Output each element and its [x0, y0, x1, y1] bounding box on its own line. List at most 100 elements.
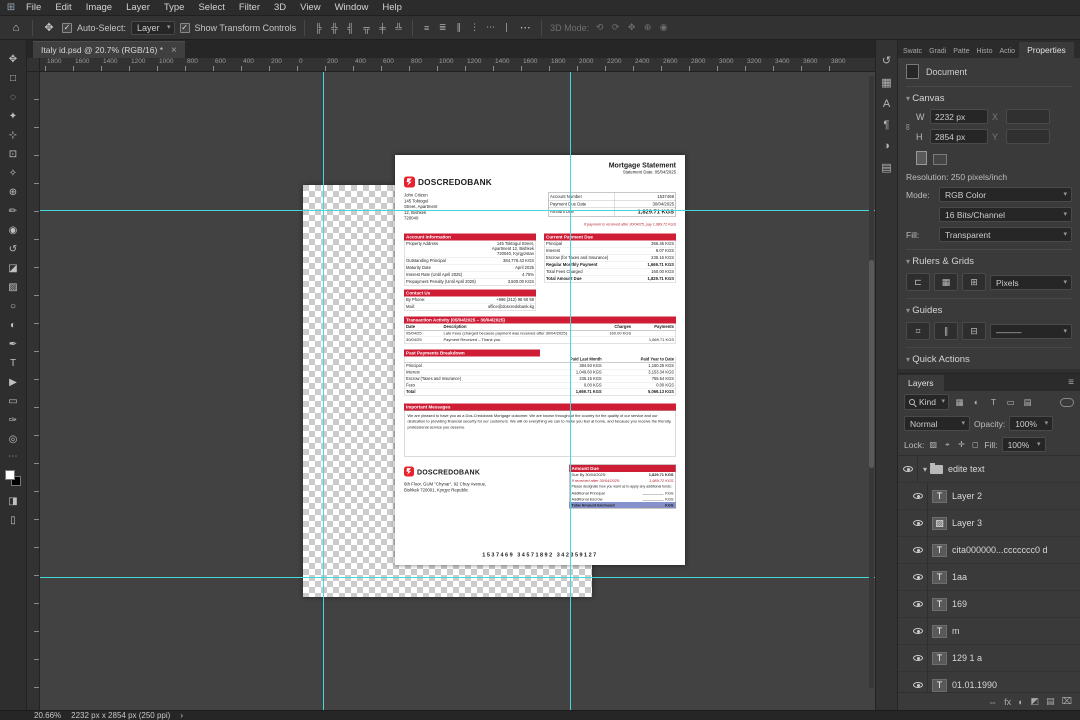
y-field[interactable] [1006, 129, 1050, 144]
layer-row[interactable]: T 1aa [898, 564, 1080, 591]
tool-button[interactable]: ✏ [3, 202, 23, 221]
layer-row[interactable]: T Layer 2 [898, 483, 1080, 510]
layers-footer-icon[interactable]: fx [1004, 697, 1011, 707]
guide-button[interactable]: ⊟ [962, 322, 986, 340]
align-icon[interactable]: ╠ [313, 23, 324, 33]
layers-footer-icon[interactable]: ▤ [1046, 696, 1055, 707]
canvas-fill-dropdown[interactable]: Transparent [939, 227, 1072, 242]
align-icon[interactable]: ╪ [377, 23, 388, 33]
rail-panel-icon[interactable]: ↺ [882, 54, 891, 67]
home-icon[interactable]: ⌂ [8, 22, 24, 34]
foreground-color-swatch[interactable] [5, 470, 15, 480]
layers-footer-icon[interactable]: ◩ [1031, 696, 1040, 707]
tool-button[interactable]: ▨ [3, 278, 23, 297]
guide-button[interactable]: ∥ [934, 322, 958, 340]
portrait-orientation-icon[interactable] [916, 151, 927, 165]
quick-actions-section-header[interactable]: Quick Actions [906, 347, 1072, 365]
layer-thumbnail[interactable]: T [932, 489, 947, 503]
units-dropdown[interactable]: Pixels [990, 274, 1072, 290]
tab-properties[interactable]: Properties [1019, 42, 1074, 58]
more-options-icon[interactable]: ⋯ [517, 21, 533, 34]
lock-icon[interactable]: ✛ [956, 440, 966, 449]
bit-depth-dropdown[interactable]: 16 Bits/Channel [939, 207, 1072, 222]
rail-panel-icon[interactable]: ▦ [881, 76, 891, 89]
layer-thumbnail[interactable]: T [932, 678, 947, 692]
eye-icon[interactable] [912, 628, 923, 634]
tool-button[interactable]: T [3, 354, 23, 373]
guides-section-header[interactable]: Guides [906, 298, 1072, 316]
menu-item[interactable]: View [294, 2, 326, 13]
layer-fill-dropdown[interactable]: 100% [1001, 437, 1046, 452]
tool-button[interactable]: ◪ [3, 259, 23, 278]
distribute-icon[interactable]: ∣ [501, 22, 512, 33]
menu-item[interactable]: Edit [49, 2, 77, 13]
auto-select-checkbox[interactable]: ✓ [62, 22, 72, 33]
lock-icon[interactable]: ⌖ [942, 440, 952, 450]
guide-button[interactable]: ⌗ [906, 322, 930, 340]
canvas-section-header[interactable]: Canvas [906, 86, 1072, 104]
eye-icon[interactable] [912, 574, 923, 580]
zoom-level[interactable]: 20.66% [34, 711, 61, 720]
tool-button[interactable]: ✧ [3, 164, 23, 183]
align-icon[interactable]: ╣ [345, 23, 356, 33]
tool-button[interactable]: ◉ [3, 221, 23, 240]
layer-thumbnail[interactable]: T [932, 570, 947, 584]
menu-item[interactable]: Layer [120, 2, 156, 13]
eye-icon[interactable] [912, 655, 923, 661]
layer-thumbnail[interactable]: T [932, 624, 947, 638]
eye-icon[interactable] [912, 547, 923, 553]
layer-filter-icon[interactable]: ▤ [1021, 397, 1034, 408]
tool-button[interactable]: ↺ [3, 240, 23, 259]
align-icon[interactable]: ╬ [329, 23, 340, 33]
threed-mode-icon[interactable]: ⟳ [610, 22, 621, 33]
close-icon[interactable]: × [171, 45, 177, 56]
align-icon[interactable]: ╩ [393, 23, 404, 33]
guide-vertical[interactable] [570, 72, 571, 710]
menu-item[interactable]: File [20, 2, 47, 13]
horizontal-ruler[interactable]: 1800 1600 1400 1200 1000 800 600 400 200 0 200 400 6… [40, 58, 875, 71]
height-field[interactable]: 2854 px [930, 129, 988, 144]
opacity-dropdown[interactable]: 100% [1009, 416, 1054, 431]
document-tab[interactable]: Italy id.psd @ 20.7% (RGB/16) * × [33, 41, 185, 58]
tool-button[interactable]: ⊡ [3, 145, 23, 164]
filter-toggle[interactable] [1060, 397, 1074, 407]
layer-thumbnail[interactable]: T [932, 597, 947, 611]
eye-icon[interactable] [912, 682, 923, 688]
toolbar-bottom-icon[interactable]: ▯ [3, 511, 23, 530]
lock-icon[interactable]: ◻ [970, 440, 980, 449]
panel-tab[interactable]: Actio [997, 45, 1019, 58]
show-transform-checkbox[interactable]: ✓ [179, 22, 190, 33]
tool-button[interactable]: ◎ [3, 430, 23, 449]
lock-icon[interactable]: ▨ [928, 440, 938, 449]
guide-style-dropdown[interactable]: ——— [990, 323, 1072, 339]
eye-icon[interactable] [912, 493, 923, 499]
distribute-icon[interactable]: ⋮ [469, 22, 480, 33]
panel-tab[interactable]: Swatc [900, 45, 925, 58]
rail-panel-icon[interactable]: A [883, 98, 890, 110]
eye-icon[interactable] [912, 520, 923, 526]
link-dimensions-icon[interactable]: ∞ [903, 124, 913, 130]
menu-item[interactable]: Type [158, 2, 191, 13]
move-tool-preset-icon[interactable]: ✥ [41, 21, 57, 34]
tool-button[interactable]: ✒ [3, 335, 23, 354]
rail-panel-icon[interactable]: ◑ [883, 140, 890, 152]
distribute-icon[interactable]: ∥ [453, 22, 464, 33]
guide-vertical[interactable] [323, 72, 324, 710]
rail-panel-icon[interactable]: ▤ [881, 161, 891, 174]
status-chevron-icon[interactable]: › [180, 711, 183, 720]
ruler-grid-button[interactable]: ⊏ [906, 273, 930, 291]
auto-select-target-dropdown[interactable]: Layer [131, 20, 175, 35]
tool-button[interactable]: □ [3, 69, 23, 88]
layer-row[interactable]: T cita000000...ccccccc0 d [898, 537, 1080, 564]
layer-row[interactable]: T m [898, 618, 1080, 645]
tool-button[interactable]: ⊹ [3, 126, 23, 145]
layer-thumbnail[interactable]: T [932, 651, 947, 665]
guide-horizontal[interactable] [40, 577, 875, 578]
canvas[interactable]: Mortgage Statement Statement Date: 05/04… [40, 72, 875, 710]
blend-mode-dropdown[interactable]: Normal [904, 416, 970, 431]
layer-group-row[interactable]: ▾ edite text [898, 456, 1080, 483]
layer-filter-icon[interactable]: ◐ [970, 397, 983, 407]
layer-thumbnail[interactable]: T [932, 543, 947, 557]
menu-item[interactable]: Help [376, 2, 408, 13]
menu-item[interactable]: Filter [233, 2, 266, 13]
